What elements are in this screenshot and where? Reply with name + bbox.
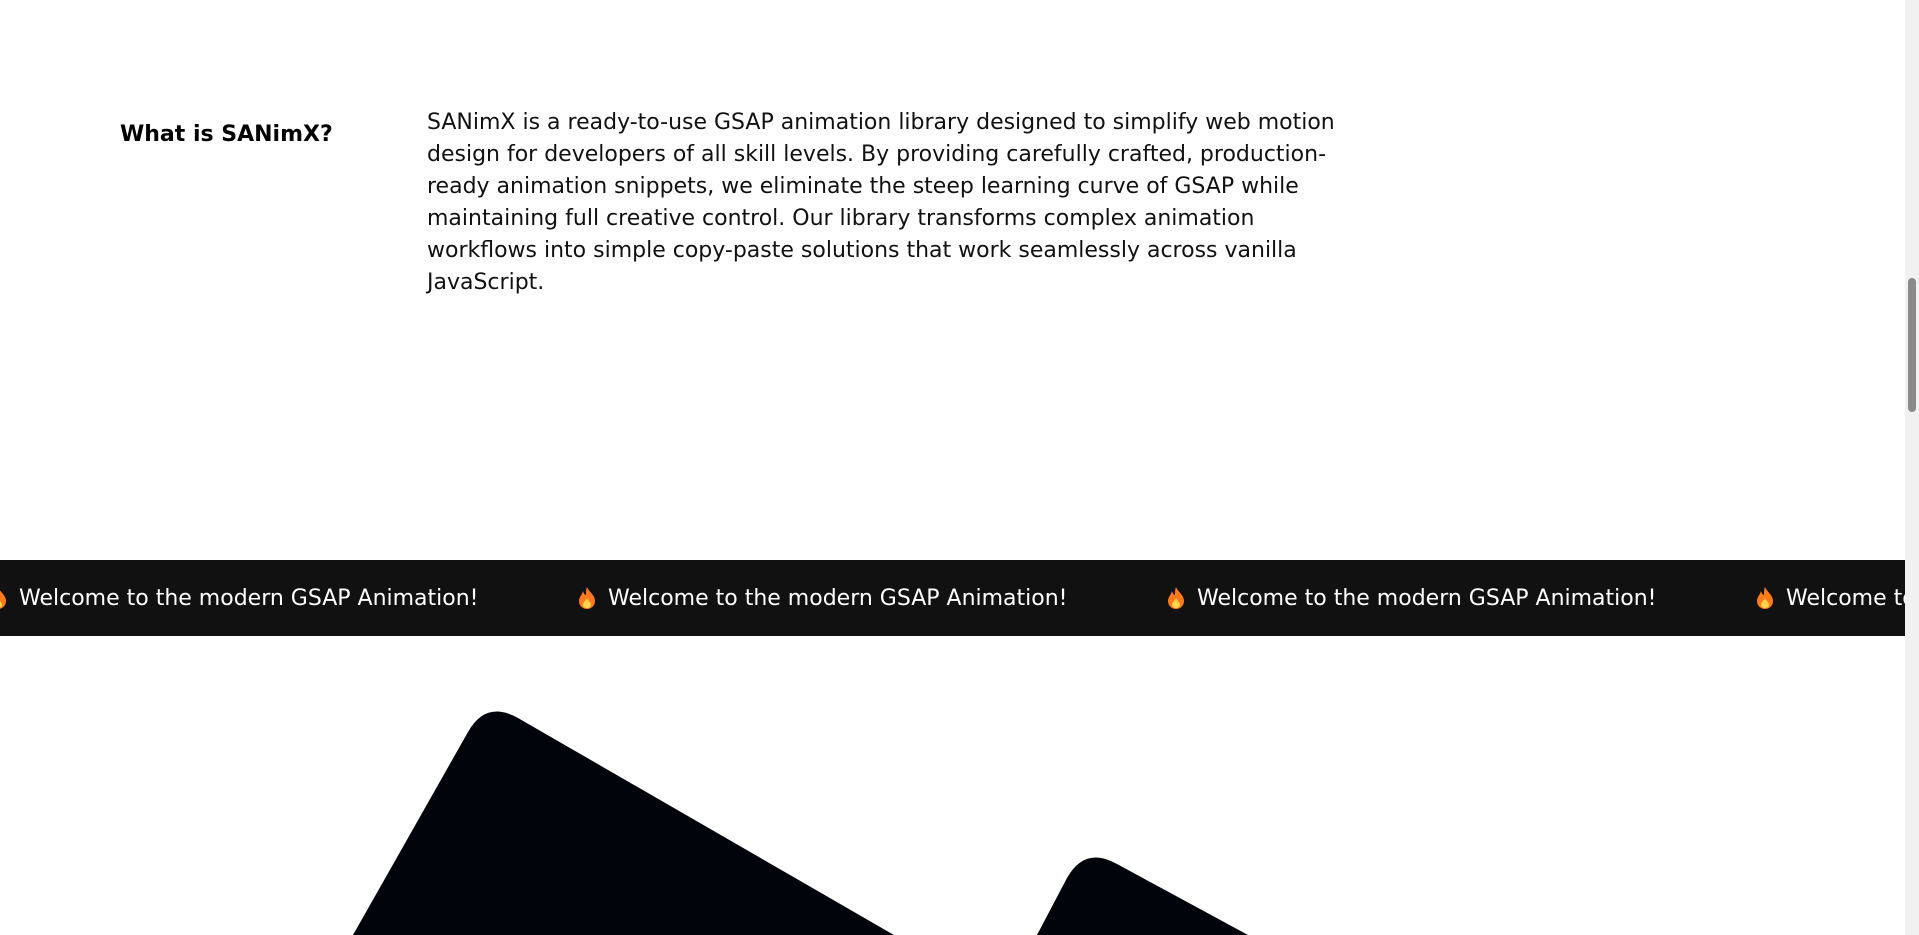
scrollbar-thumb[interactable] bbox=[1908, 278, 1916, 412]
flame-icon bbox=[1168, 587, 1184, 609]
marquee-item: Welcome to the modern GSAP Animation! bbox=[1166, 560, 1657, 636]
about-description: SANimX is a ready-to-use GSAP animation … bbox=[427, 110, 1335, 295]
page: What is SANimX? SANimX is a ready-to-use… bbox=[0, 0, 1919, 935]
marquee-text: Welcome to the modern GSAP Animation! bbox=[1786, 585, 1905, 611]
vertical-scrollbar[interactable] bbox=[1905, 0, 1919, 935]
marquee-text: Welcome to the modern GSAP Animation! bbox=[19, 585, 479, 611]
about-title: What is SANimX? bbox=[120, 122, 333, 147]
marquee-text: Welcome to the modern GSAP Animation! bbox=[608, 585, 1068, 611]
marquee-item: Welcome to the modern GSAP Animation! bbox=[577, 560, 1068, 636]
marquee-track: Welcome to the modern GSAP Animation! We… bbox=[0, 560, 1905, 636]
marquee-banner: Welcome to the modern GSAP Animation! We… bbox=[0, 560, 1905, 636]
flame-icon bbox=[0, 590, 6, 609]
decorative-shapes bbox=[353, 711, 1248, 935]
flame-icon bbox=[1757, 587, 1773, 609]
small-rounded-card-shape bbox=[1037, 857, 1248, 935]
marquee-text: Welcome to the modern GSAP Animation! bbox=[1197, 585, 1657, 611]
marquee-item: Welcome to the modern GSAP Animation! bbox=[1755, 560, 1905, 636]
marquee-item: Welcome to the modern GSAP Animation! bbox=[0, 560, 479, 636]
flame-icon bbox=[579, 587, 595, 609]
large-rounded-card-shape bbox=[353, 711, 894, 935]
